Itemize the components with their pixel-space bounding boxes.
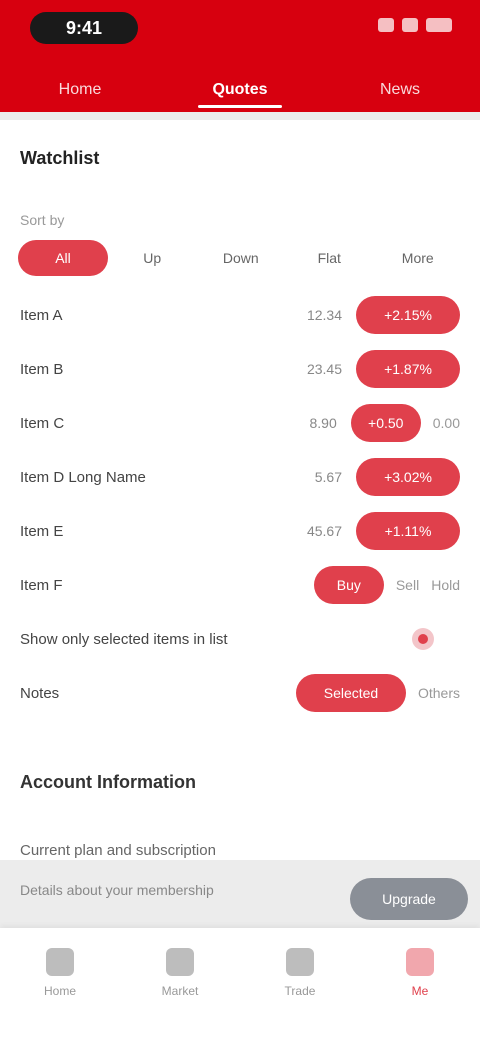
option-text[interactable]: 0.00 xyxy=(433,415,460,431)
battery-icon xyxy=(426,18,452,32)
section-line-secondary: Details about your membership xyxy=(20,882,214,898)
list-item[interactable]: Show only selected items in list xyxy=(20,612,460,666)
filter-chip-more[interactable]: More xyxy=(374,240,463,276)
row-value: 45.67 xyxy=(306,523,342,539)
bottom-nav: Home Market Trade Me xyxy=(0,928,480,1040)
section-line: Current plan and subscription xyxy=(20,842,216,859)
row-label: Show only selected items in list xyxy=(20,630,228,648)
status-icons xyxy=(378,18,452,32)
radio-icon[interactable] xyxy=(412,628,434,650)
nav-item-home[interactable]: Home xyxy=(0,928,120,1040)
row-label: Item F xyxy=(20,576,63,594)
filter-chip-up[interactable]: Up xyxy=(108,240,197,276)
row-label: Item E xyxy=(20,522,64,540)
change-pill[interactable]: +1.11% xyxy=(356,512,460,550)
row-value: 23.45 xyxy=(306,361,342,377)
change-pill[interactable]: +1.87% xyxy=(356,350,460,388)
card-subtitle: Sort by xyxy=(20,212,65,228)
list-item[interactable]: Item B 23.45 +1.87% xyxy=(20,342,460,396)
tab-home[interactable]: Home xyxy=(0,68,160,112)
list-item[interactable]: Item D Long Name 5.67 +3.02% xyxy=(20,450,460,504)
trade-icon xyxy=(286,948,314,976)
row-value: 12.34 xyxy=(306,307,342,323)
list-item[interactable]: Notes Selected Others xyxy=(20,666,460,720)
row-value: 5.67 xyxy=(314,469,342,485)
nav-label: Trade xyxy=(284,984,316,998)
main-content[interactable]: Watchlist Sort by All Up Down Flat More … xyxy=(0,112,480,928)
tab-quotes[interactable]: Quotes xyxy=(160,68,320,112)
filter-chip-all[interactable]: All xyxy=(18,240,108,276)
tab-news[interactable]: News xyxy=(320,68,480,112)
top-tabs: Home Quotes News xyxy=(0,68,480,112)
row-label: Item B xyxy=(20,360,64,378)
list-item[interactable]: Item C 8.90 +0.50 0.00 xyxy=(20,396,460,450)
row-label: Notes xyxy=(20,684,60,702)
filter-chip-flat[interactable]: Flat xyxy=(285,240,374,276)
change-pill[interactable]: +0.50 xyxy=(350,404,421,442)
nav-item-me[interactable]: Me xyxy=(360,928,480,1040)
option-pill-selected[interactable]: Selected xyxy=(295,674,406,712)
nav-item-market[interactable]: Market xyxy=(120,928,240,1040)
user-icon xyxy=(406,948,434,976)
option-text[interactable]: Hold xyxy=(431,577,460,593)
chart-icon xyxy=(166,948,194,976)
card-title: Watchlist xyxy=(20,148,100,168)
app-header: 9:41 Home Quotes News xyxy=(0,0,480,112)
change-pill[interactable]: +3.02% xyxy=(356,458,460,496)
status-time: 9:41 xyxy=(30,12,138,44)
nav-item-trade[interactable]: Trade xyxy=(240,928,360,1040)
nav-label: Home xyxy=(43,984,76,998)
home-icon xyxy=(46,948,74,976)
row-label: Item A xyxy=(20,306,63,324)
section-title: Account Information xyxy=(20,772,196,792)
status-bar: 9:41 xyxy=(0,0,480,56)
nav-label: Market xyxy=(161,984,199,998)
option-text[interactable]: Others xyxy=(418,685,460,701)
nav-label: Me xyxy=(411,984,429,998)
list-item[interactable]: Item E 45.67 +1.11% xyxy=(20,504,460,558)
list-item[interactable]: Item F Buy Sell Hold xyxy=(20,558,460,612)
change-pill[interactable]: +2.15% xyxy=(356,296,460,334)
filter-chips: All Up Down Flat More xyxy=(18,238,462,278)
option-pill-selected[interactable]: Buy xyxy=(313,566,384,604)
row-value: 8.90 xyxy=(309,415,337,431)
signal-icon xyxy=(378,18,394,32)
list-item[interactable]: Item A 12.34 +2.15% xyxy=(20,288,460,342)
upgrade-button[interactable]: Upgrade xyxy=(350,878,468,920)
row-label: Item C xyxy=(20,414,65,432)
row-label: Item D Long Name xyxy=(20,468,146,486)
wifi-icon xyxy=(402,18,418,32)
watchlist-card: Watchlist Sort by All Up Down Flat More … xyxy=(0,120,480,860)
option-text[interactable]: Sell xyxy=(396,577,419,593)
watchlist-rows: Item A 12.34 +2.15% Item B 23.45 +1.87% … xyxy=(20,288,460,720)
filter-chip-down[interactable]: Down xyxy=(197,240,286,276)
